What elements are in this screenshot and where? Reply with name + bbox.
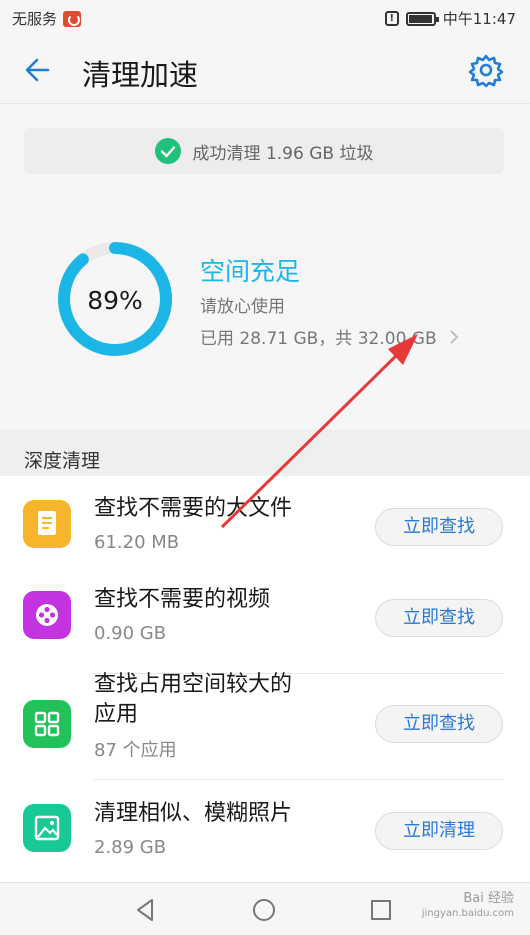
app-bar: 清理加速 (0, 34, 530, 104)
list-item-large-files[interactable]: 查找不需要的大文件 61.20 MB 立即查找 (0, 476, 530, 567)
clean-photos-button[interactable]: 立即清理 (375, 812, 503, 850)
list-item-photos[interactable]: 清理相似、模糊照片 2.89 GB 立即清理 (0, 779, 530, 870)
item-subtitle: 0.90 GB (94, 623, 167, 644)
list-item-videos[interactable]: 查找不需要的视频 0.90 GB 立即查找 (0, 567, 530, 658)
item-title-line2: 应用 (94, 702, 139, 727)
storage-status: 空间充足 (200, 257, 301, 286)
watermark-line2: jingyan.baidu.com (421, 908, 514, 919)
watermark-line1: Bai 经验 (463, 891, 514, 906)
navigation-bar: Bai 经验 jingyan.baidu.com (0, 882, 530, 935)
find-large-files-button[interactable]: 立即查找 (375, 508, 503, 546)
back-button[interactable] (18, 50, 58, 90)
item-subtitle: 87 个应用 (94, 740, 177, 761)
settings-button[interactable] (468, 52, 504, 88)
battery-icon (405, 11, 439, 26)
gear-icon (468, 54, 504, 88)
alert-icon: ! (384, 11, 399, 26)
storage-usage-link[interactable]: 已用 28.71 GB，共 32.00 GB (200, 324, 459, 349)
chevron-right-icon (450, 329, 458, 344)
list-item-large-apps[interactable]: 查找占用空间较大的 应用 87 个应用 立即查找 (0, 658, 530, 779)
storage-hint: 请放心使用 (200, 297, 285, 317)
deep-clean-list: 查找不需要的大文件 61.20 MB 立即查找 查找不需要的视频 0.90 GB… (0, 476, 530, 882)
section-title: 深度清理 (24, 450, 101, 472)
document-icon (23, 500, 71, 548)
item-title-line1: 查找占用空间较大的 (94, 672, 293, 697)
back-triangle-icon[interactable] (132, 896, 160, 924)
item-title: 查找不需要的大文件 (94, 496, 293, 521)
film-reel-icon (23, 591, 71, 639)
apps-grid-icon (23, 700, 71, 748)
item-subtitle: 61.20 MB (94, 532, 180, 553)
recents-square-icon[interactable] (367, 896, 395, 924)
clock: 中午11:47 (442, 10, 516, 28)
home-circle-icon[interactable] (250, 896, 278, 924)
carrier-icon (63, 10, 82, 27)
status-bar: 无服务 ! 中午11:47 (0, 0, 530, 34)
main-content: 成功清理 1.96 GB 垃圾 89% 空间充足 请放心使用 已用 28.71 … (0, 104, 530, 882)
section-header: 深度清理 (0, 430, 530, 476)
photo-icon (23, 804, 71, 852)
banner-text: 成功清理 1.96 GB 垃圾 (192, 143, 374, 164)
check-circle-icon (154, 138, 181, 164)
clean-success-banner: 成功清理 1.96 GB 垃圾 (24, 128, 504, 174)
status-right: ! 中午11:47 (384, 8, 516, 29)
back-arrow-icon (25, 58, 50, 82)
watermark: Bai 经验 jingyan.baidu.com (422, 891, 514, 921)
carrier-label: 无服务 (12, 10, 58, 28)
item-subtitle: 2.89 GB (94, 837, 167, 858)
page-title: 清理加速 (82, 58, 199, 92)
status-left: 无服务 (12, 8, 82, 29)
storage-usage-text: 已用 28.71 GB，共 32.00 GB (200, 329, 437, 349)
item-title: 清理相似、模糊照片 (94, 801, 293, 826)
find-videos-button[interactable]: 立即查找 (375, 599, 503, 637)
item-title: 查找不需要的视频 (94, 587, 271, 612)
storage-percent: 89% (87, 286, 143, 315)
find-large-apps-button[interactable]: 立即查找 (375, 705, 503, 743)
